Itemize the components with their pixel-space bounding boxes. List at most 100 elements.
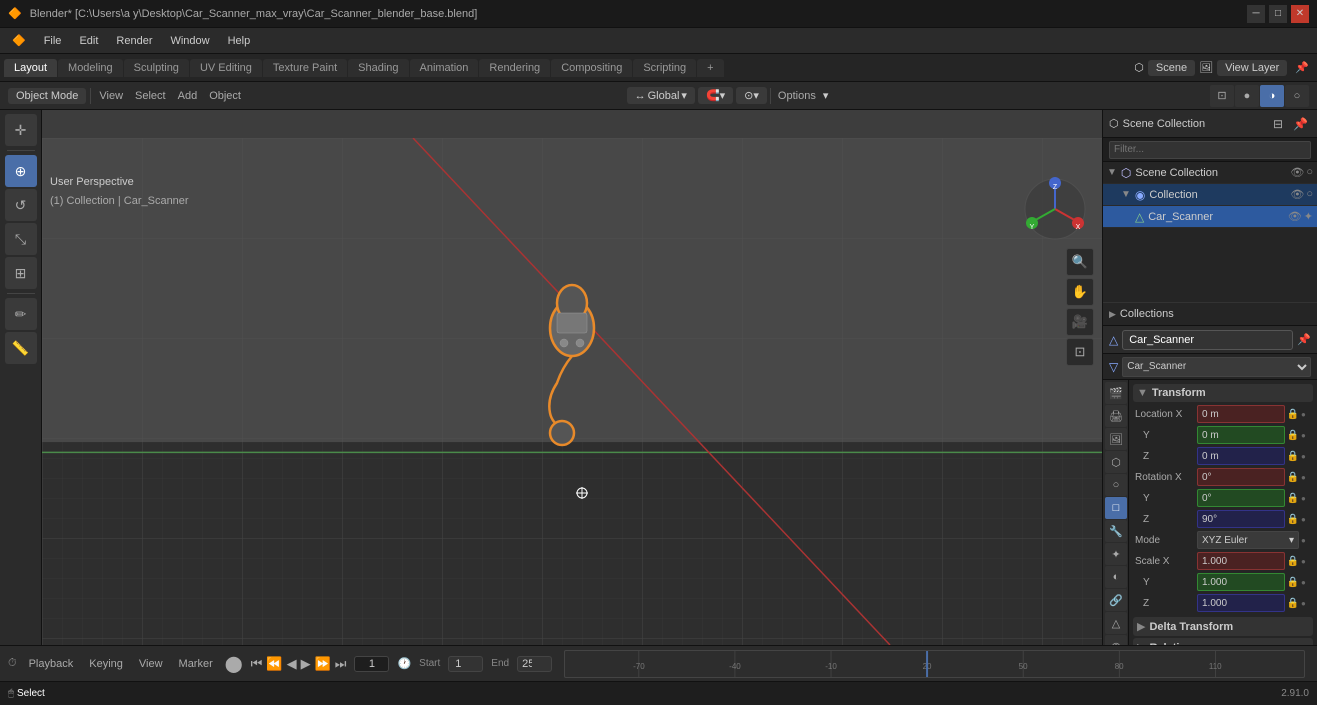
workspace-tab-texture-paint[interactable]: Texture Paint [263, 59, 347, 77]
grid-area[interactable]: User Perspective (1) Collection | Car_Sc… [42, 138, 1102, 645]
delta-transform-section[interactable]: ▶ Delta Transform [1133, 617, 1313, 636]
props-tab-particles[interactable]: ✦ [1105, 543, 1127, 565]
workspace-tab-uv-editing[interactable]: UV Editing [190, 59, 262, 77]
ruler-tool[interactable]: 📏 [5, 332, 37, 364]
workspace-tab-sculpting[interactable]: Sculpting [124, 59, 189, 77]
view-layer-selector[interactable]: View Layer [1217, 60, 1287, 76]
props-tab-view-layer[interactable]: 🖼 [1105, 428, 1127, 450]
maximize-button[interactable]: □ [1269, 5, 1287, 23]
tree-collection[interactable]: ▼ ◉ Collection 👁 ○ [1103, 184, 1317, 206]
workspace-tab-shading[interactable]: Shading [348, 59, 408, 77]
transform-tool[interactable]: ⊞ [5, 257, 37, 289]
eye-vis-icon[interactable]: 👁 [1290, 166, 1304, 179]
relations-section[interactable]: ▶ Relations [1133, 638, 1313, 645]
snap-button[interactable]: 🧲▾ [698, 87, 733, 104]
collection-eye-icon[interactable]: 👁 [1290, 188, 1304, 201]
cursor-tool[interactable]: ✛ [5, 114, 37, 146]
jump-start-btn[interactable]: ⏮ [251, 656, 263, 672]
options-btn[interactable]: Options [774, 88, 820, 104]
play-btn[interactable]: ▶ [301, 656, 311, 672]
play-back-btn[interactable]: ◀ [287, 656, 297, 672]
add-menu-btn[interactable]: Add [174, 88, 202, 104]
proportional-edit[interactable]: ⊙▾ [736, 87, 767, 104]
cs-eye-icon[interactable]: 👁 [1288, 210, 1302, 223]
cs-filter-icon[interactable]: ✦ [1304, 210, 1313, 223]
collections-section[interactable]: ▶ Collections [1103, 305, 1317, 323]
solid-btn[interactable]: ● [1235, 85, 1259, 107]
edit-menu[interactable]: Edit [71, 33, 106, 49]
blender-menu[interactable]: 🔶 [4, 32, 34, 49]
render-menu[interactable]: Render [108, 33, 160, 49]
camera-view-btn[interactable]: 🎥 [1066, 308, 1094, 336]
scene-selector[interactable]: Scene [1148, 60, 1195, 76]
props-tab-physics[interactable]: ◐ [1105, 566, 1127, 588]
viewport-gizmo[interactable]: Z X Y [1020, 174, 1090, 244]
location-x-value[interactable]: 0 m [1197, 405, 1285, 423]
rotation-z-value[interactable]: 90° [1197, 510, 1285, 528]
outliner-search-input[interactable] [1109, 141, 1311, 159]
rotate-tool[interactable]: ↺ [5, 189, 37, 221]
end-frame-input[interactable] [517, 656, 552, 672]
next-frame-btn[interactable]: ⏩ [315, 656, 331, 672]
object-name-field[interactable] [1122, 330, 1293, 350]
transform-section-header[interactable]: ▼ Transform [1133, 384, 1313, 402]
object-mode-dropdown[interactable]: Object Mode [8, 88, 86, 104]
jump-end-btn[interactable]: ⏭ [335, 656, 347, 672]
prev-frame-btn[interactable]: ⏪ [266, 656, 282, 672]
scale-y-value[interactable]: 1.000 [1197, 573, 1285, 591]
marker-menu[interactable]: Marker [175, 656, 217, 672]
props-tab-material[interactable]: ◉ [1105, 635, 1127, 645]
zoom-btn[interactable]: 🔍 [1066, 248, 1094, 276]
rotation-y-value[interactable]: 0° [1197, 489, 1285, 507]
transform-dropdown[interactable]: ↔ Global ▾ [627, 87, 695, 104]
scale-tool[interactable]: ⤡ [5, 223, 37, 255]
file-menu[interactable]: File [36, 33, 70, 49]
outliner-pin-btn[interactable]: 📌 [1290, 116, 1311, 132]
workspace-tab-modeling[interactable]: Modeling [58, 59, 123, 77]
add-keyframe-btn[interactable]: ⬤ [225, 654, 243, 674]
playback-menu[interactable]: Playback [25, 656, 78, 672]
props-tab-data[interactable]: △ [1105, 612, 1127, 634]
annotate-tool[interactable]: ✏ [5, 298, 37, 330]
start-frame-input[interactable] [448, 656, 483, 672]
workspace-tab-layout[interactable]: Layout [4, 59, 57, 77]
close-button[interactable]: ✕ [1291, 5, 1309, 23]
outliner-filter-btn[interactable]: ⊟ [1270, 116, 1286, 132]
rotation-mode-dropdown[interactable]: XYZ Euler ▾ [1197, 531, 1299, 549]
current-frame-display[interactable]: 1 [354, 656, 389, 672]
workspace-tab-add[interactable]: + [697, 59, 723, 77]
material-preview-btn[interactable]: ◑ [1260, 85, 1284, 107]
collection-hide-icon[interactable]: ○ [1306, 188, 1313, 201]
pan-btn[interactable]: ✋ [1066, 278, 1094, 306]
props-tab-modifier[interactable]: 🔧 [1105, 520, 1127, 542]
workspace-tab-rendering[interactable]: Rendering [479, 59, 550, 77]
props-tab-output[interactable]: 🖨 [1105, 405, 1127, 427]
props-tab-world[interactable]: ○ [1105, 474, 1127, 496]
tree-scene-collection[interactable]: ▼ ⬡ Scene Collection 👁 ○ [1103, 162, 1317, 184]
timeline-ruler-area[interactable]: -70 -40 -10 20 50 80 110 [564, 650, 1305, 678]
location-y-value[interactable]: 0 m [1197, 426, 1285, 444]
props-tab-object[interactable]: □ [1105, 497, 1127, 519]
tree-car-scanner[interactable]: △ Car_Scanner 👁 ✦ [1103, 206, 1317, 228]
props-tab-render[interactable]: 🎬 [1105, 382, 1127, 404]
hide-vis-icon[interactable]: ○ [1306, 166, 1313, 179]
viewport[interactable]: User Perspective (1) Collection | Car_Sc… [42, 110, 1102, 645]
titlebar-controls[interactable]: ─ □ ✕ [1247, 5, 1309, 23]
orthographic-btn[interactable]: ⊡ [1066, 338, 1094, 366]
location-z-value[interactable]: 0 m [1197, 447, 1285, 465]
rendered-btn[interactable]: ○ [1285, 85, 1309, 107]
minimize-button[interactable]: ─ [1247, 5, 1265, 23]
keying-menu[interactable]: Keying [85, 656, 127, 672]
scale-x-value[interactable]: 1.000 [1197, 552, 1285, 570]
select-menu-btn[interactable]: Select [131, 88, 170, 104]
move-tool[interactable]: ⊕ [5, 155, 37, 187]
workspace-tab-animation[interactable]: Animation [410, 59, 479, 77]
workspace-tab-scripting[interactable]: Scripting [633, 59, 696, 77]
props-tab-constraints[interactable]: 🔗 [1105, 589, 1127, 611]
object-menu-btn[interactable]: Object [205, 88, 245, 104]
wireframe-btn[interactable]: ⊡ [1210, 85, 1234, 107]
view-menu-btn[interactable]: View [95, 88, 127, 104]
props-tab-scene[interactable]: ⬡ [1105, 451, 1127, 473]
window-menu[interactable]: Window [162, 33, 217, 49]
view-menu-tl[interactable]: View [135, 656, 167, 672]
